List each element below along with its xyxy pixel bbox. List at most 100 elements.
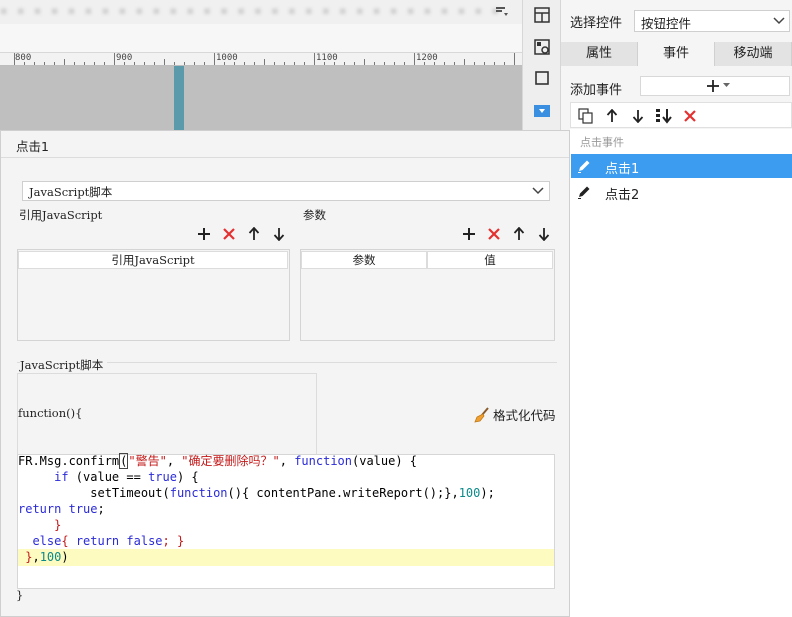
- param-name-column-header: 参数: [301, 251, 427, 269]
- panel-toggle-icon[interactable]: [494, 4, 510, 20]
- ruler-tick: [284, 62, 285, 65]
- ruler-tick: [424, 62, 425, 65]
- ruler-tick: [254, 62, 255, 65]
- arrow-up-icon[interactable]: [603, 107, 621, 125]
- ruler-tick: [444, 62, 445, 65]
- param-value-column-header: 值: [427, 251, 553, 269]
- canvas-header-area: [0, 24, 522, 52]
- ruler-tick: [454, 62, 455, 65]
- layout-grid-icon[interactable]: [532, 5, 552, 25]
- ruler-tick: [394, 62, 395, 65]
- arrow-up-icon[interactable]: [511, 226, 527, 242]
- ruler-tick: [244, 62, 245, 65]
- format-code-button[interactable]: 格式化代码: [474, 405, 556, 424]
- horizontal-ruler: 800 900 1000 1100 1200: [0, 52, 522, 66]
- selected-widget-marker[interactable]: [174, 66, 184, 130]
- ruler-tick: [354, 62, 355, 65]
- edit-icon: [575, 157, 593, 175]
- ref-js-column-header: 引用JavaScript: [18, 251, 288, 269]
- sort-icon[interactable]: [655, 107, 673, 125]
- ruler-tick: [214, 53, 215, 65]
- ruler-tick: [44, 62, 45, 65]
- widget-settings-icon[interactable]: [532, 37, 552, 57]
- ruler-tick: [184, 62, 185, 65]
- chevron-down-icon[interactable]: [530, 184, 546, 198]
- ruler-tick: [434, 62, 435, 65]
- chevron-down-icon[interactable]: [772, 14, 786, 28]
- code-line: },100): [18, 550, 69, 564]
- plus-icon: [705, 78, 721, 94]
- ruler-tick: [374, 62, 375, 65]
- ruler-tick: [164, 59, 165, 65]
- function-close-text: }: [16, 588, 24, 602]
- ruler-tick: [314, 53, 315, 65]
- ruler-tick: [234, 62, 235, 65]
- ruler-tick: [304, 62, 305, 65]
- ruler-tick: [34, 62, 35, 65]
- ref-js-label: 引用JavaScript: [19, 208, 103, 222]
- blurred-title-area: ▪ ▪ ▪ ▪ ▪ ▪ ▪ ▪ ▪ ▪ ▪ ▪ ▪ ▪ ▪ ▪ ▪ ▪ ▪ ▪ …: [0, 4, 503, 17]
- ruler-tick: [504, 62, 505, 65]
- ruler-tick: [384, 62, 385, 65]
- script-label: JavaScript脚本: [20, 357, 108, 373]
- ruler-tick: [514, 53, 515, 65]
- edit-icon: [575, 183, 593, 201]
- delete-icon[interactable]: [486, 226, 502, 242]
- ruler-tick: [94, 62, 95, 65]
- params-label: 参数: [303, 208, 326, 222]
- ruler-tick: [344, 62, 345, 65]
- dropdown-widget-icon[interactable]: [532, 101, 552, 121]
- copy-icon[interactable]: [577, 107, 595, 125]
- add-event-button[interactable]: [640, 76, 790, 96]
- ruler-tick: [494, 62, 495, 65]
- ruler-tick: [464, 59, 465, 65]
- tab-properties[interactable]: 属性: [561, 42, 638, 66]
- ruler-tick: [224, 62, 225, 65]
- current-line-highlight: [18, 549, 554, 566]
- event-toolbar: [570, 102, 792, 128]
- event-type-select[interactable]: JavaScript脚本: [22, 181, 550, 201]
- plus-icon[interactable]: [461, 226, 477, 242]
- code-line: FR.Msg.confirm("警告", "确定要删除吗？", function…: [18, 453, 418, 469]
- tab-mobile[interactable]: 移动端: [715, 42, 792, 66]
- format-code-label: 格式化代码: [493, 408, 556, 423]
- widget-select[interactable]: 按钮控件: [634, 10, 790, 32]
- ruler-tick: [474, 62, 475, 65]
- ruler-tick: [54, 62, 55, 65]
- arrow-up-icon[interactable]: [246, 226, 262, 242]
- ruler-tick: [294, 62, 295, 65]
- ruler-tick: [134, 62, 135, 65]
- design-canvas[interactable]: [0, 66, 522, 130]
- code-line: if (value == true) {: [54, 470, 199, 484]
- code-line: else{ return false; }: [18, 534, 185, 548]
- dialog-title: 点击1: [16, 139, 49, 154]
- event-item-label: 点击1: [605, 162, 640, 177]
- arrow-down-icon[interactable]: [629, 107, 647, 125]
- ruler-tick: [104, 62, 105, 65]
- broom-icon: [474, 406, 490, 423]
- delete-icon[interactable]: [681, 107, 699, 125]
- arrow-down-icon[interactable]: [271, 226, 287, 242]
- frame-icon[interactable]: [532, 68, 552, 88]
- ruler-tick: [404, 62, 405, 65]
- ruler-tick: [414, 53, 415, 65]
- select-widget-label: 选择控件: [570, 16, 623, 31]
- ruler-tick: [364, 59, 365, 65]
- tab-events[interactable]: 事件: [638, 42, 715, 66]
- event-item[interactable]: 点击2: [571, 180, 792, 204]
- code-line: setTimeout(function(){ contentPane.write…: [18, 486, 495, 500]
- plus-icon[interactable]: [196, 226, 212, 242]
- event-group-label: 点击事件: [580, 136, 624, 149]
- ruler-tick: [84, 62, 85, 65]
- ruler-tick: [174, 62, 175, 65]
- event-item[interactable]: 点击1: [571, 154, 792, 178]
- ruler-tick: [14, 53, 15, 65]
- ruler-tick: [124, 62, 125, 65]
- add-event-label: 添加事件: [570, 83, 623, 98]
- ruler-tick: [114, 53, 115, 65]
- ruler-tick: [64, 59, 65, 65]
- ruler-tick: [154, 62, 155, 65]
- delete-icon[interactable]: [221, 226, 237, 242]
- arrow-down-icon[interactable]: [536, 226, 552, 242]
- ruler-tick: [24, 62, 25, 65]
